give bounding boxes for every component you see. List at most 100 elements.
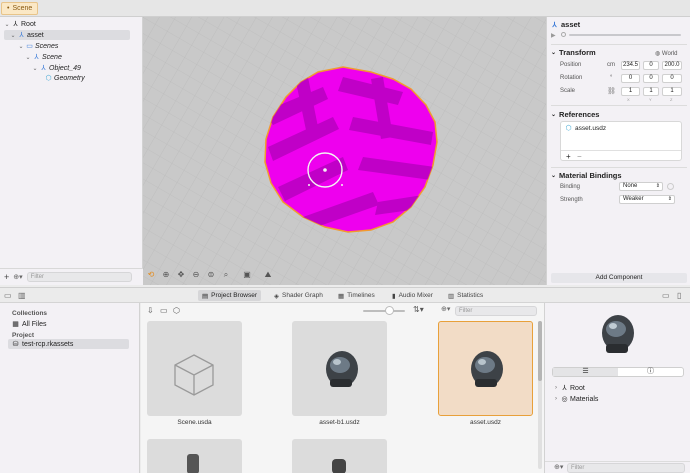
references-section-header[interactable]: ⌄ References [551, 110, 687, 119]
add-component-button[interactable]: Add Component [551, 273, 687, 283]
timeline-start-icon[interactable] [561, 32, 566, 37]
position-x-field[interactable]: 234.5 [621, 61, 640, 70]
3d-viewport[interactable] [143, 17, 546, 285]
rotation-x-field[interactable]: 0 [621, 74, 640, 83]
hierarchy-item-scene[interactable]: ⌄ ⅄ Scene [25, 52, 61, 62]
audio-mixer-icon: ▮ [392, 292, 396, 300]
position-y-field[interactable]: 0 [643, 61, 659, 70]
cube-icon [174, 354, 214, 396]
new-folder-icon[interactable]: ▭ [160, 306, 168, 315]
tab-scene[interactable]: • Scene [1, 2, 39, 15]
filter-menu-icon[interactable]: ⊕▾ [554, 463, 563, 471]
import-icon[interactable]: ⇩ [147, 306, 154, 315]
viewport-canvas[interactable] [143, 17, 546, 285]
slider-knob[interactable] [385, 306, 394, 315]
orbit-tool-icon[interactable]: ⟲ [146, 270, 156, 280]
browser-filter-input[interactable]: Filter [455, 306, 537, 316]
preview-filter-input[interactable]: Filter [567, 463, 685, 473]
model-thumbnail [332, 459, 346, 473]
tab-shader-graph[interactable]: ◈ Shader Graph [270, 290, 327, 301]
strength-select[interactable]: Weaker ⇕ [619, 195, 675, 204]
play-icon[interactable]: ▶ [551, 32, 556, 39]
environment-icon[interactable]: ⛰ [263, 270, 273, 280]
sort-icon[interactable]: ⇅▾ [413, 305, 424, 314]
scale-z-field[interactable]: 1 [662, 87, 682, 96]
position-unit: cm [607, 62, 615, 68]
filter-menu-icon[interactable]: ⊕▾ [441, 305, 450, 313]
info-icon[interactable]: ⓘ [618, 368, 683, 376]
scale-tool-icon[interactable]: ⊜ [206, 270, 216, 280]
binding-select[interactable]: None ⇕ [619, 182, 663, 191]
project-browser: ⇩ ▭ ⬡ ⇅▾ ⊕▾ Filter Scene.usda asset-b1.u… [141, 303, 544, 473]
rotation-y-field[interactable]: 0 [643, 74, 659, 83]
chevron-updown-icon: ⇕ [667, 196, 672, 202]
binding-arrow-icon[interactable] [667, 183, 674, 190]
remove-reference-button[interactable]: − [577, 152, 582, 161]
strength-label: Strength [560, 197, 583, 203]
tab-timelines[interactable]: ▦ Timelines [334, 290, 379, 301]
file-tile-asset-b1[interactable] [292, 321, 387, 416]
project-item-rkassets[interactable]: ⛁ test-rcp.rkassets [8, 339, 129, 349]
thumbnail-size-slider[interactable] [363, 310, 405, 312]
scale-y-field[interactable]: 1 [643, 87, 659, 96]
animation-timeline-slider[interactable] [569, 34, 681, 36]
file-tile-asset-usdz[interactable] [438, 321, 533, 416]
preview-helmet-thumbnail[interactable] [590, 308, 646, 360]
entity-icon: ⅄ [552, 21, 557, 29]
new-asset-icon[interactable]: ⬡ [173, 306, 180, 315]
scale-x-field[interactable]: 1 [621, 87, 640, 96]
split-view-icon[interactable]: ▥ [18, 291, 26, 300]
reference-item[interactable]: ⬡ asset.usdz [565, 124, 606, 133]
browser-scrollbar[interactable] [538, 321, 542, 469]
tab-statistics[interactable]: ▥ Statistics [444, 290, 487, 301]
hierarchy-item-geometry[interactable]: ⬡ Geometry [45, 73, 84, 83]
hierarchy-item-scenes[interactable]: ⌄ ▭ Scenes [18, 41, 58, 51]
add-reference-button[interactable]: + [566, 152, 571, 161]
camera-icon[interactable]: ▣ [242, 270, 252, 280]
panel-layout-icon[interactable]: ▭ [662, 291, 670, 300]
chevron-right-icon[interactable]: › [553, 385, 559, 391]
chevron-down-icon[interactable]: ⌄ [4, 21, 10, 28]
preview-tree-item-materials[interactable]: › ◎ Materials [553, 394, 598, 404]
tab-project-browser[interactable]: ▤ Project Browser [198, 290, 262, 301]
rotate-tool-icon[interactable]: ⊖ [191, 270, 201, 280]
collection-all-files[interactable]: ▦ All Files [8, 319, 129, 329]
chevron-down-icon[interactable]: ⌄ [10, 32, 16, 39]
file-tile-partial[interactable] [292, 439, 387, 473]
chevron-down-icon: ⌄ [551, 50, 557, 56]
hierarchy-item-asset[interactable]: ⌄ ⅄ asset [4, 30, 130, 40]
zoom-tool-icon[interactable]: ⌕ [221, 270, 231, 280]
preview-tree-item-root[interactable]: › ⅄ Root [553, 383, 585, 393]
package-icon: ⛁ [12, 341, 19, 348]
chevron-down-icon[interactable]: ⌄ [25, 54, 31, 61]
mesh-icon: ⬡ [45, 75, 52, 82]
rotation-z-field[interactable]: 0 [662, 74, 682, 83]
inspector-toggle-icon[interactable]: ▯ [677, 291, 681, 300]
file-tile-scene-usda[interactable] [147, 321, 242, 416]
position-z-field[interactable]: 200.0 [662, 61, 682, 70]
hierarchy-filter-input[interactable]: Filter [26, 272, 132, 282]
file-tile-partial[interactable] [147, 439, 242, 473]
shader-graph-icon: ◈ [274, 292, 279, 300]
preview-mode-segmented-control[interactable]: ☰ ⓘ [552, 367, 684, 377]
link-icon[interactable]: ⛓ [607, 87, 616, 95]
folder-icon: ▭ [26, 43, 33, 50]
hierarchy-footer: + ⊕▾ Filter [0, 268, 143, 285]
select-tool-icon[interactable]: ⊕ [161, 270, 171, 280]
material-bindings-section-header[interactable]: ⌄ Material Bindings [551, 171, 687, 180]
hierarchy-item-object-49[interactable]: ⌄ ⅄ Object_49 [32, 63, 80, 73]
filter-menu-icon[interactable]: ⊕▾ [13, 273, 22, 281]
hierarchy-item-root[interactable]: ⌄ ⅄ Root [4, 19, 35, 29]
move-tool-icon[interactable]: ✥ [176, 270, 186, 280]
chevron-down-icon[interactable]: ⌄ [32, 65, 38, 72]
list-view-icon[interactable]: ☰ [553, 368, 618, 376]
model-thumbnail [187, 454, 199, 473]
chevron-right-icon[interactable]: › [553, 396, 559, 402]
add-entity-button[interactable]: + [4, 272, 9, 282]
viewport-toolbar: ⟲ ⊕ ✥ ⊖ ⊜ ⌕ ▣ ⛰ [146, 268, 273, 282]
coordinate-space-toggle[interactable]: ◍ World [655, 50, 677, 57]
tab-audio-mixer[interactable]: ▮ Audio Mixer [388, 290, 437, 301]
sidebar-toggle-icon[interactable]: ▭ [4, 291, 12, 300]
chevron-down-icon[interactable]: ⌄ [18, 43, 24, 50]
transform-icon: ⅄ [562, 385, 567, 392]
